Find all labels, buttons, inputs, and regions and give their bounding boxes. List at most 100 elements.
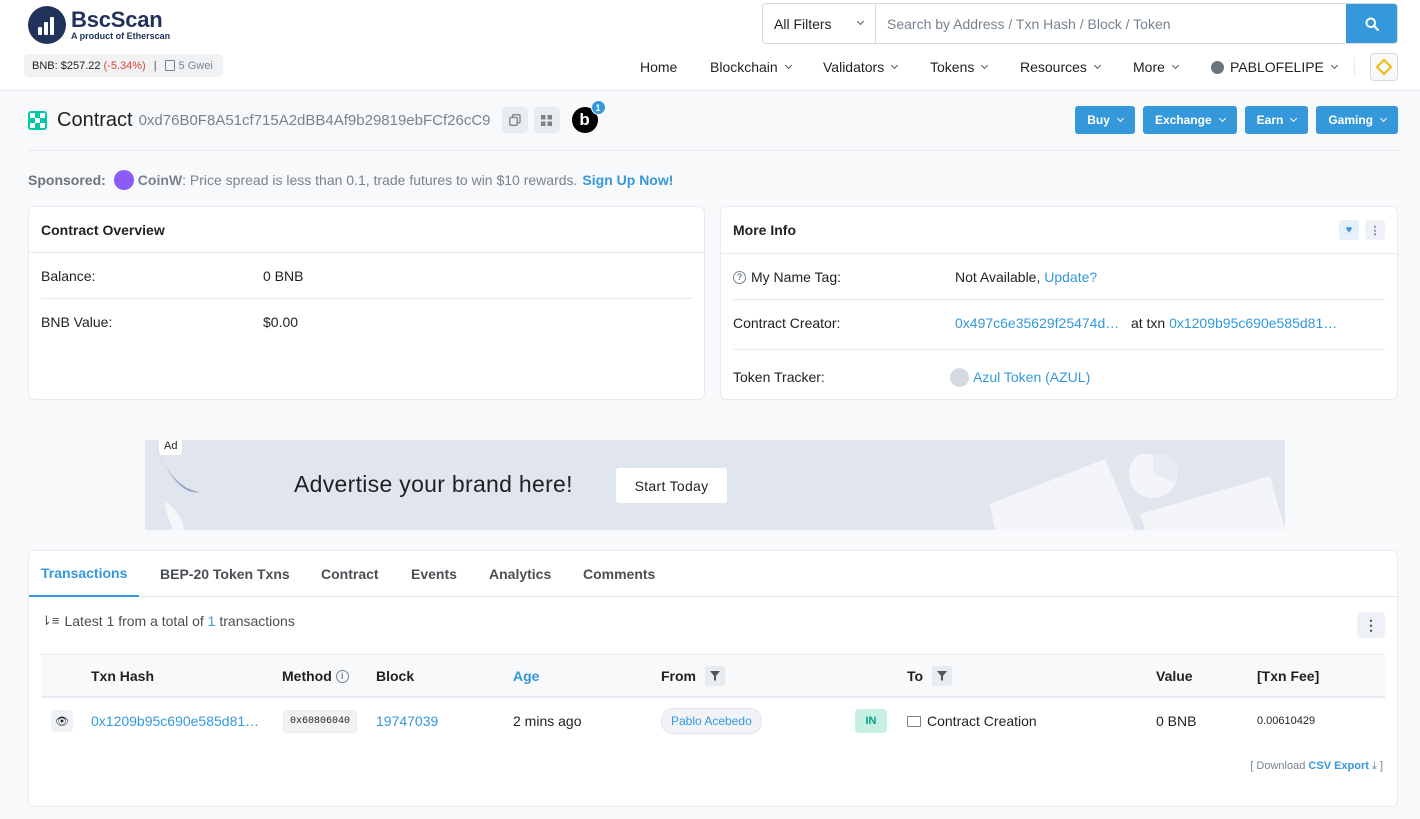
exchange-button[interactable]: Exchange <box>1142 106 1237 134</box>
bscscan-logo[interactable]: BscScan A product of Etherscan <box>28 6 170 44</box>
tab-comments[interactable]: Comments <box>583 551 655 597</box>
ad-headline: Advertise your brand here! <box>294 471 573 497</box>
divider <box>733 349 1385 350</box>
nav-user-account[interactable]: PABLOFELIPE <box>1211 55 1338 79</box>
creator-address-link[interactable]: 0x497c6e35629f25474d… <box>955 315 1119 331</box>
nav-tokens[interactable]: Tokens <box>930 55 989 79</box>
col-value: Value <box>1156 668 1193 684</box>
nav-divider <box>1354 57 1355 77</box>
token-tracker-link[interactable]: Azul Token (AZUL) <box>973 369 1090 385</box>
name-tag-value: Not Available, <box>955 269 1041 285</box>
nav-validators-label: Validators <box>823 59 885 75</box>
page-title: Contract 0xd76B0F8A51cf715A2dBB4Af9b2981… <box>28 100 606 140</box>
copy-icon <box>508 114 521 126</box>
question-circle-icon: ? <box>733 270 746 284</box>
brand-name: BscScan <box>71 7 163 32</box>
creator-txn-link[interactable]: 0x1209b95c690e585d81… <box>1169 315 1337 331</box>
qr-code-icon <box>541 114 553 126</box>
csv-export-link[interactable]: CSV Export <box>1308 760 1369 772</box>
tab-transactions[interactable]: Transactions <box>29 551 140 597</box>
blockscan-chat-button[interactable]: b 1 <box>571 100 606 133</box>
col-age[interactable]: Age <box>513 655 539 697</box>
method-badge: 0x60806040 <box>283 709 358 733</box>
info-icon[interactable]: i <box>335 669 349 683</box>
row-txn-hash-cell: 0x1209b95c690e585d81… <box>91 698 259 744</box>
gaming-button[interactable]: Gaming <box>1316 106 1398 134</box>
csv-prefix: [ Download <box>1250 760 1306 772</box>
contract-creator-row: Contract Creator: 0x497c6e35629f25474d… … <box>733 314 1385 332</box>
nav-user-label: PABLOFELIPE <box>1230 59 1324 75</box>
csv-export: [ Download CSV Export ⤓ ] <box>1250 760 1383 773</box>
qr-code-button[interactable] <box>533 107 560 133</box>
copy-address-button[interactable] <box>501 107 528 133</box>
card-title: Contract Overview <box>29 207 704 253</box>
price-ticker: BNB: $257.22 (-5.34%) | 5 Gwei <box>24 54 223 77</box>
row-age-cell: 2 mins ago <box>513 713 582 729</box>
tab-analytics[interactable]: Analytics <box>489 551 551 597</box>
txn-hash-link[interactable]: 0x1209b95c690e585d81… <box>91 713 259 729</box>
start-today-button[interactable]: Start Today <box>616 468 727 503</box>
more-info-card: More Info ♥ ⋮ ? My Name Tag: Not Availabl… <box>720 206 1398 400</box>
page-title-label: Contract <box>57 108 133 131</box>
search-filter-select[interactable]: All Filters <box>763 4 876 43</box>
bnb-value-row: BNB Value: $0.00 <box>41 313 692 331</box>
buy-button[interactable]: Buy <box>1075 106 1135 134</box>
eye-icon[interactable]: 👁 <box>51 710 73 732</box>
tab-events[interactable]: Events <box>411 551 457 597</box>
gas-price[interactable]: 5 Gwei <box>179 60 213 72</box>
search-button[interactable] <box>1346 4 1397 43</box>
sponsored-cta-link[interactable]: Sign Up Now! <box>582 172 673 188</box>
filter-icon[interactable] <box>705 666 725 686</box>
advertisement-banner[interactable]: Ad Advertise your brand here! Start Toda… <box>145 440 1285 530</box>
token-logo-icon <box>950 367 969 387</box>
divider <box>28 150 1398 151</box>
from-address-link[interactable]: Pablo Acebedo <box>661 708 762 734</box>
transactions-card: Transactions BEP-20 Token Txns Contract … <box>28 550 1398 807</box>
token-tracker-label: Token Tracker: <box>733 369 825 385</box>
row-value-cell: 0 BNB <box>1156 713 1197 729</box>
nav-home-label: Home <box>640 59 678 75</box>
chevron-down-icon <box>1116 114 1124 122</box>
col-txn-fee[interactable]: [Txn Fee] <box>1257 655 1319 697</box>
col-txn-hash: Txn Hash <box>91 668 155 684</box>
sort-icon: ⇂≡ <box>41 613 60 628</box>
divider <box>733 299 1385 300</box>
nav-more[interactable]: More <box>1133 55 1179 79</box>
col-to-label: To <box>907 668 924 684</box>
update-name-tag-link[interactable]: Update? <box>1044 269 1097 285</box>
coinw-logo-icon <box>113 170 134 190</box>
tab-bep20-token-txns[interactable]: BEP-20 Token Txns <box>160 551 290 597</box>
nav-home[interactable]: Home <box>640 55 677 79</box>
bnb-network-button[interactable] <box>1370 53 1398 81</box>
nav-validators[interactable]: Validators <box>823 55 899 79</box>
nav-more-label: More <box>1133 59 1165 75</box>
nav-blockchain[interactable]: Blockchain <box>710 55 792 79</box>
sponsored-label: Sponsored: <box>28 172 106 188</box>
nav-resources[interactable]: Resources <box>1020 55 1101 79</box>
card-title: More Info <box>733 222 796 238</box>
chevron-down-icon <box>1218 114 1226 122</box>
chevron-down-icon <box>1290 114 1298 122</box>
token-tracker-row: Token Tracker: Azul Token (AZUL) <box>733 367 1385 387</box>
summary-prefix: Latest 1 from a total of <box>64 613 204 629</box>
tab-contract[interactable]: Contract <box>321 551 379 597</box>
creator-at-text: at txn <box>1130 315 1166 331</box>
name-tag-label: My Name Tag: <box>751 269 841 285</box>
search-icon <box>1365 17 1379 31</box>
transactions-count-link[interactable]: 1 <box>208 613 216 629</box>
search-bar: All Filters <box>762 3 1398 44</box>
to-value: Contract Creation <box>927 713 1037 729</box>
search-input[interactable] <box>876 4 1346 43</box>
chevron-down-icon <box>981 61 989 69</box>
more-options-icon[interactable]: ⋮ <box>1365 220 1385 240</box>
chevron-down-icon <box>784 61 792 69</box>
block-link[interactable]: 19747039 <box>376 713 438 729</box>
more-options-icon[interactable]: ⋮ <box>1357 612 1385 638</box>
contract-creator-label: Contract Creator: <box>733 315 841 331</box>
balance-value: 0 BNB <box>263 268 304 284</box>
gas-pump-icon <box>164 60 175 71</box>
summary-suffix: transactions <box>219 613 295 629</box>
filter-icon[interactable] <box>932 666 953 686</box>
favorite-heart-icon[interactable]: ♥ <box>1339 220 1359 240</box>
earn-button[interactable]: Earn <box>1244 106 1309 134</box>
